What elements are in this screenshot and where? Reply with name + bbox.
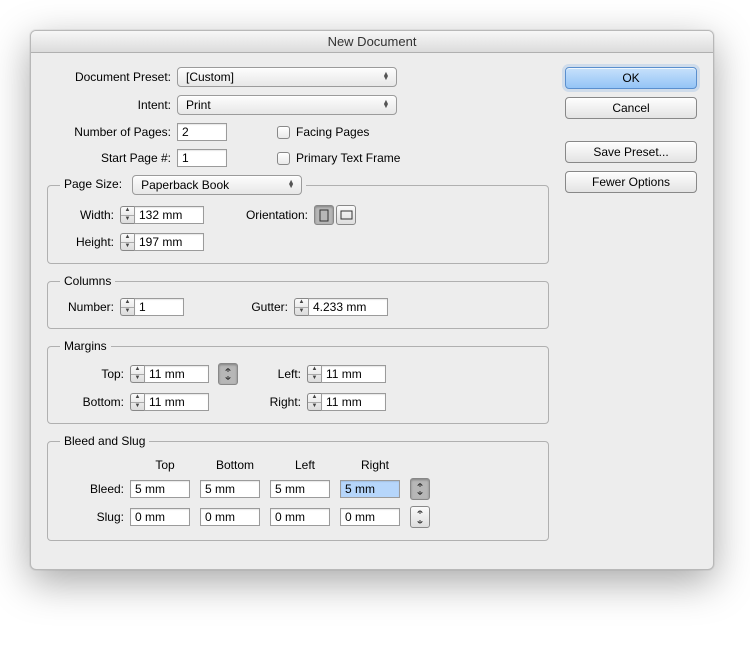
- bleed-link-toggle[interactable]: [410, 478, 430, 500]
- height-label: Height:: [60, 235, 120, 249]
- slug-top-input[interactable]: [130, 508, 190, 526]
- col-right-header: Right: [340, 458, 410, 472]
- width-label: Width:: [60, 208, 120, 222]
- link-icon: [224, 367, 232, 381]
- cancel-button[interactable]: Cancel: [565, 97, 697, 119]
- start-page-label: Start Page #:: [47, 151, 177, 165]
- new-document-dialog: New Document Document Preset: [Custom] ▲…: [30, 30, 714, 570]
- orientation-landscape-button[interactable]: [336, 205, 356, 225]
- bleed-right-input[interactable]: [340, 480, 400, 498]
- gutter-stepper[interactable]: ▲▼: [294, 298, 388, 316]
- stepper-buttons-icon[interactable]: ▲▼: [307, 365, 321, 383]
- col-left-header: Left: [270, 458, 340, 472]
- bleed-top-input[interactable]: [130, 480, 190, 498]
- facing-pages-label: Facing Pages: [296, 125, 369, 139]
- margins-link-toggle[interactable]: [218, 363, 238, 385]
- col-bottom-header: Bottom: [200, 458, 270, 472]
- primary-text-frame-checkbox[interactable]: Primary Text Frame: [277, 151, 400, 165]
- bleed-left-input[interactable]: [270, 480, 330, 498]
- margins-legend: Margins: [60, 339, 111, 353]
- number-of-pages-label: Number of Pages:: [47, 125, 177, 139]
- slug-left-input[interactable]: [270, 508, 330, 526]
- orientation-portrait-button[interactable]: [314, 205, 334, 225]
- select-arrows-icon: ▲▼: [380, 101, 392, 109]
- slug-link-toggle[interactable]: [410, 506, 430, 528]
- document-preset-select[interactable]: [Custom] ▲▼: [177, 67, 397, 87]
- margin-right-input[interactable]: [321, 393, 386, 411]
- margin-top-input[interactable]: [144, 365, 209, 383]
- stepper-buttons-icon[interactable]: ▲▼: [120, 298, 134, 316]
- margins-group: Margins Top: ▲▼ Left: ▲▼: [47, 339, 549, 424]
- margin-left-stepper[interactable]: ▲▼: [307, 365, 386, 383]
- document-preset-value: [Custom]: [186, 70, 234, 84]
- margin-right-label: Right:: [247, 395, 307, 409]
- facing-pages-checkbox[interactable]: Facing Pages: [277, 125, 369, 139]
- fewer-options-button[interactable]: Fewer Options: [565, 171, 697, 193]
- select-arrows-icon: ▲▼: [380, 73, 392, 81]
- stepper-buttons-icon[interactable]: ▲▼: [130, 393, 144, 411]
- columns-group: Columns Number: ▲▼ Gutter: ▲▼: [47, 274, 549, 329]
- landscape-icon: [340, 210, 353, 220]
- stepper-buttons-icon[interactable]: ▲▼: [120, 206, 134, 224]
- stepper-buttons-icon[interactable]: ▲▼: [307, 393, 321, 411]
- margin-right-stepper[interactable]: ▲▼: [307, 393, 386, 411]
- unlink-icon: [416, 510, 424, 524]
- bleed-bottom-input[interactable]: [200, 480, 260, 498]
- gutter-input[interactable]: [308, 298, 388, 316]
- select-arrows-icon: ▲▼: [285, 181, 297, 189]
- stepper-buttons-icon[interactable]: ▲▼: [130, 365, 144, 383]
- slug-bottom-input[interactable]: [200, 508, 260, 526]
- number-of-pages-input[interactable]: [177, 123, 227, 141]
- margin-bottom-stepper[interactable]: ▲▼: [130, 393, 209, 411]
- stepper-buttons-icon[interactable]: ▲▼: [294, 298, 308, 316]
- width-stepper[interactable]: ▲▼: [120, 206, 204, 224]
- dialog-title: New Document: [31, 31, 713, 53]
- col-top-header: Top: [130, 458, 200, 472]
- margin-top-stepper[interactable]: ▲▼: [130, 365, 209, 383]
- height-input[interactable]: [134, 233, 204, 251]
- bleed-slug-group: Bleed and Slug Top Bottom Left Right Ble…: [47, 434, 549, 541]
- link-icon: [416, 482, 424, 496]
- intent-label: Intent:: [47, 98, 177, 112]
- page-size-legend: Page Size:: [64, 177, 122, 191]
- page-size-select[interactable]: Paperback Book ▲▼: [132, 175, 302, 195]
- columns-number-input[interactable]: [134, 298, 184, 316]
- stepper-buttons-icon[interactable]: ▲▼: [120, 233, 134, 251]
- columns-legend: Columns: [60, 274, 115, 288]
- page-size-value: Paperback Book: [141, 178, 229, 192]
- checkbox-icon: [277, 152, 290, 165]
- columns-number-label: Number:: [60, 300, 120, 314]
- margin-left-label: Left:: [247, 367, 307, 381]
- margin-top-label: Top:: [60, 367, 130, 381]
- slug-right-input[interactable]: [340, 508, 400, 526]
- document-preset-label: Document Preset:: [47, 70, 177, 84]
- ok-button[interactable]: OK: [565, 67, 697, 89]
- checkbox-icon: [277, 126, 290, 139]
- bleed-label: Bleed:: [60, 482, 130, 496]
- orientation-label: Orientation:: [204, 208, 314, 222]
- margin-left-input[interactable]: [321, 365, 386, 383]
- bleed-slug-legend: Bleed and Slug: [60, 434, 149, 448]
- height-stepper[interactable]: ▲▼: [120, 233, 204, 251]
- intent-value: Print: [186, 98, 211, 112]
- margin-bottom-label: Bottom:: [60, 395, 130, 409]
- gutter-label: Gutter:: [184, 300, 294, 314]
- columns-number-stepper[interactable]: ▲▼: [120, 298, 184, 316]
- save-preset-button[interactable]: Save Preset...: [565, 141, 697, 163]
- start-page-input[interactable]: [177, 149, 227, 167]
- primary-text-frame-label: Primary Text Frame: [296, 151, 400, 165]
- page-size-group: Page Size: Paperback Book ▲▼ Width: ▲▼ O…: [47, 175, 549, 264]
- margin-bottom-input[interactable]: [144, 393, 209, 411]
- portrait-icon: [319, 209, 329, 222]
- slug-label: Slug:: [60, 510, 130, 524]
- intent-select[interactable]: Print ▲▼: [177, 95, 397, 115]
- width-input[interactable]: [134, 206, 204, 224]
